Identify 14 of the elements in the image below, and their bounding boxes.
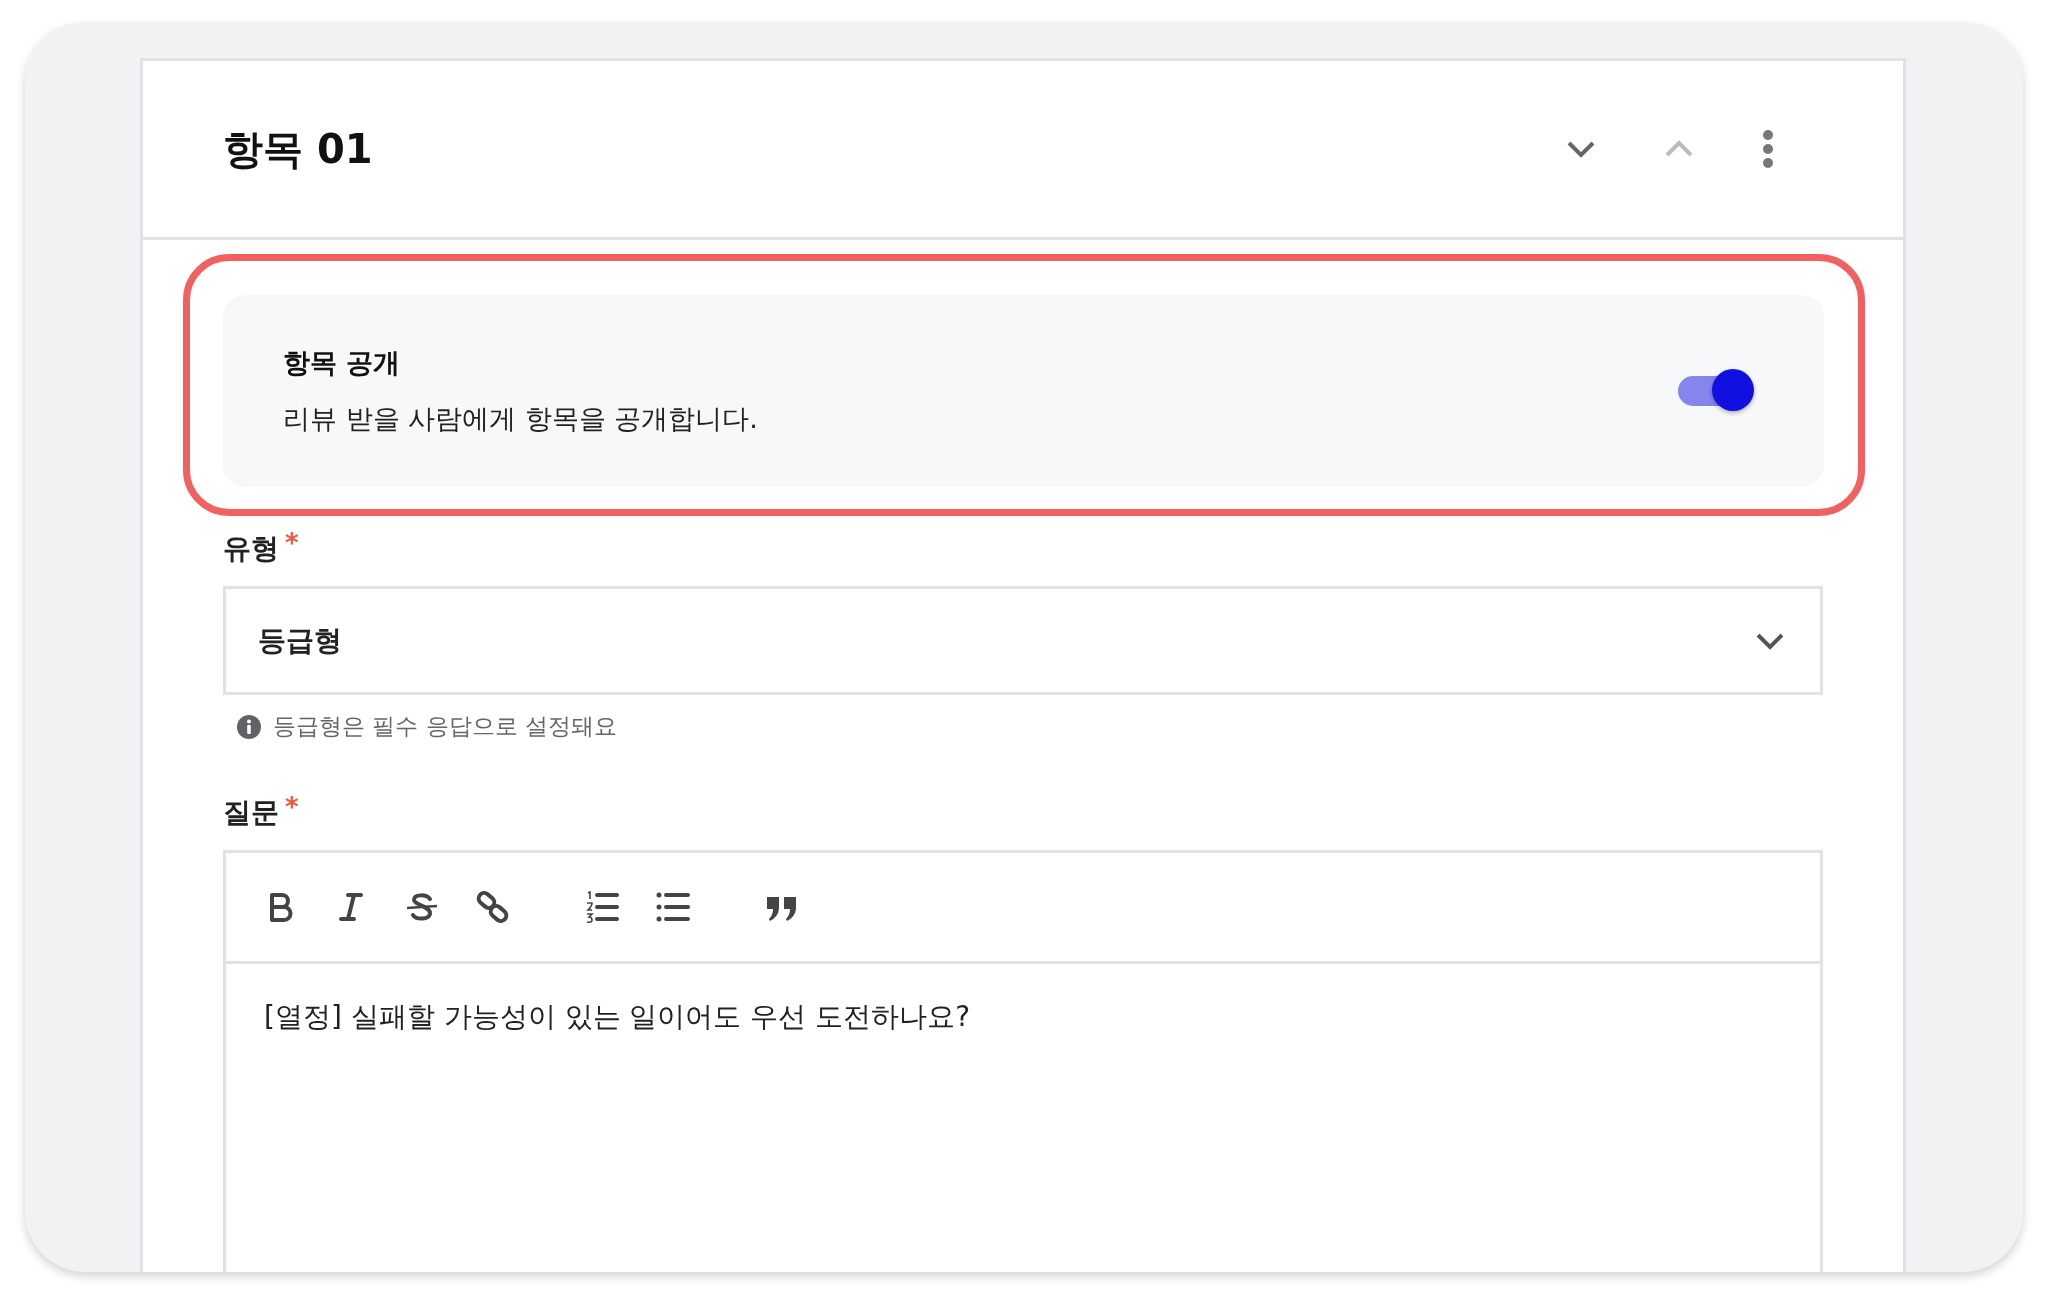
visibility-title: 항목 공개 (283, 346, 402, 380)
type-label: 유형 (223, 531, 279, 567)
question-label: 질문 (223, 795, 279, 831)
info-icon (237, 714, 261, 739)
type-hint: 등급형은 필수 응답으로 설정돼요 (273, 712, 617, 741)
required-mark: * (285, 794, 299, 820)
ordered-list-button[interactable] (584, 889, 620, 925)
type-select[interactable]: 등급형 (223, 586, 1823, 695)
link-button[interactable] (475, 889, 511, 925)
visibility-description: 리뷰 받을 사람에게 항목을 공개합니다. (283, 402, 758, 436)
chevron-down-icon (1755, 631, 1785, 650)
item-title: 항목 01 (223, 124, 373, 174)
question-text: [열정] 실패할 가능성이 있는 일이어도 우선 도전하나요? (264, 1000, 971, 1033)
required-mark: * (285, 530, 299, 556)
